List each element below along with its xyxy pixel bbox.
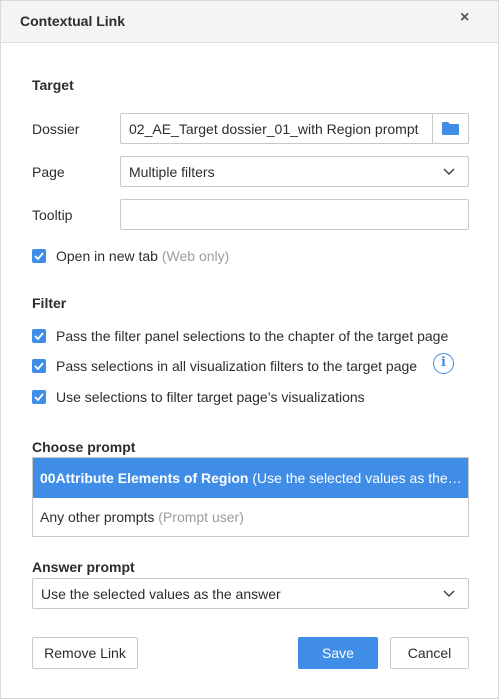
open-new-tab-label: Open in new tab (Web only) xyxy=(56,248,229,264)
dialog-title: Contextual Link xyxy=(20,13,126,29)
cancel-button[interactable]: Cancel xyxy=(390,637,469,669)
checkbox-checked-icon xyxy=(34,362,44,370)
checkbox-checked-icon xyxy=(34,393,44,401)
choose-prompt-title: Choose prompt xyxy=(32,439,136,455)
prompt-item-text: Any other prompts (Prompt user) xyxy=(40,509,244,525)
prompt-item[interactable]: Any other prompts (Prompt user) xyxy=(33,498,468,536)
filter-option-checkbox-1[interactable] xyxy=(32,329,46,343)
filter-section-title: Filter xyxy=(32,295,67,311)
answer-prompt-select[interactable]: Use the selected values as the answer xyxy=(32,578,469,609)
browse-dossier-button[interactable] xyxy=(432,114,468,143)
tooltip-input[interactable] xyxy=(120,199,469,230)
target-section-title: Target xyxy=(32,77,74,93)
open-new-tab-text: Open in new tab xyxy=(56,248,158,264)
filter-option-label-2: Pass selections in all visualization fil… xyxy=(56,358,418,374)
open-new-tab-hint: (Web only) xyxy=(161,248,230,264)
page-value: Multiple filters xyxy=(129,164,215,180)
prompt-list: 00Attribute Elements of Region (Use the … xyxy=(32,457,469,537)
dossier-value: 02_AE_Target dossier_01_with Region prom… xyxy=(129,121,419,137)
filter-option-label-1: Pass the filter panel selections to the … xyxy=(56,328,449,344)
filter-option-checkbox-2[interactable] xyxy=(32,359,46,373)
tooltip-label: Tooltip xyxy=(32,207,73,223)
close-icon[interactable]: × xyxy=(460,10,474,26)
prompt-item-selected[interactable]: 00Attribute Elements of Region (Use the … xyxy=(33,458,468,498)
save-button[interactable]: Save xyxy=(298,637,378,669)
dialog-header: Contextual Link × xyxy=(1,1,498,43)
info-icon[interactable]: i xyxy=(433,353,454,374)
open-new-tab-checkbox[interactable] xyxy=(32,249,46,263)
filter-option-checkbox-3[interactable] xyxy=(32,390,46,404)
dossier-label: Dossier xyxy=(32,121,80,137)
chevron-down-icon xyxy=(443,590,455,598)
chevron-down-icon xyxy=(443,168,455,176)
folder-icon xyxy=(442,122,459,135)
answer-prompt-title: Answer prompt xyxy=(32,559,135,575)
answer-prompt-value: Use the selected values as the answer xyxy=(41,586,281,602)
prompt-item-detail: (Prompt user) xyxy=(158,509,244,525)
page-select[interactable]: Multiple filters xyxy=(120,156,469,187)
checkbox-checked-icon xyxy=(34,332,44,340)
checkbox-checked-icon xyxy=(34,252,44,260)
prompt-item-detail: (Use the selected values as the answer) xyxy=(252,470,464,486)
prompt-item-text: 00Attribute Elements of Region (Use the … xyxy=(40,470,464,486)
filter-option-label-3: Use selections to filter target page’s v… xyxy=(56,389,365,405)
remove-link-button[interactable]: Remove Link xyxy=(32,637,138,669)
dossier-field[interactable]: 02_AE_Target dossier_01_with Region prom… xyxy=(120,113,469,144)
prompt-item-name: 00Attribute Elements of Region xyxy=(40,470,249,486)
prompt-item-name: Any other prompts xyxy=(40,509,155,525)
page-label: Page xyxy=(32,164,65,180)
contextual-link-dialog: Contextual Link × Target Dossier 02_AE_T… xyxy=(0,0,499,699)
